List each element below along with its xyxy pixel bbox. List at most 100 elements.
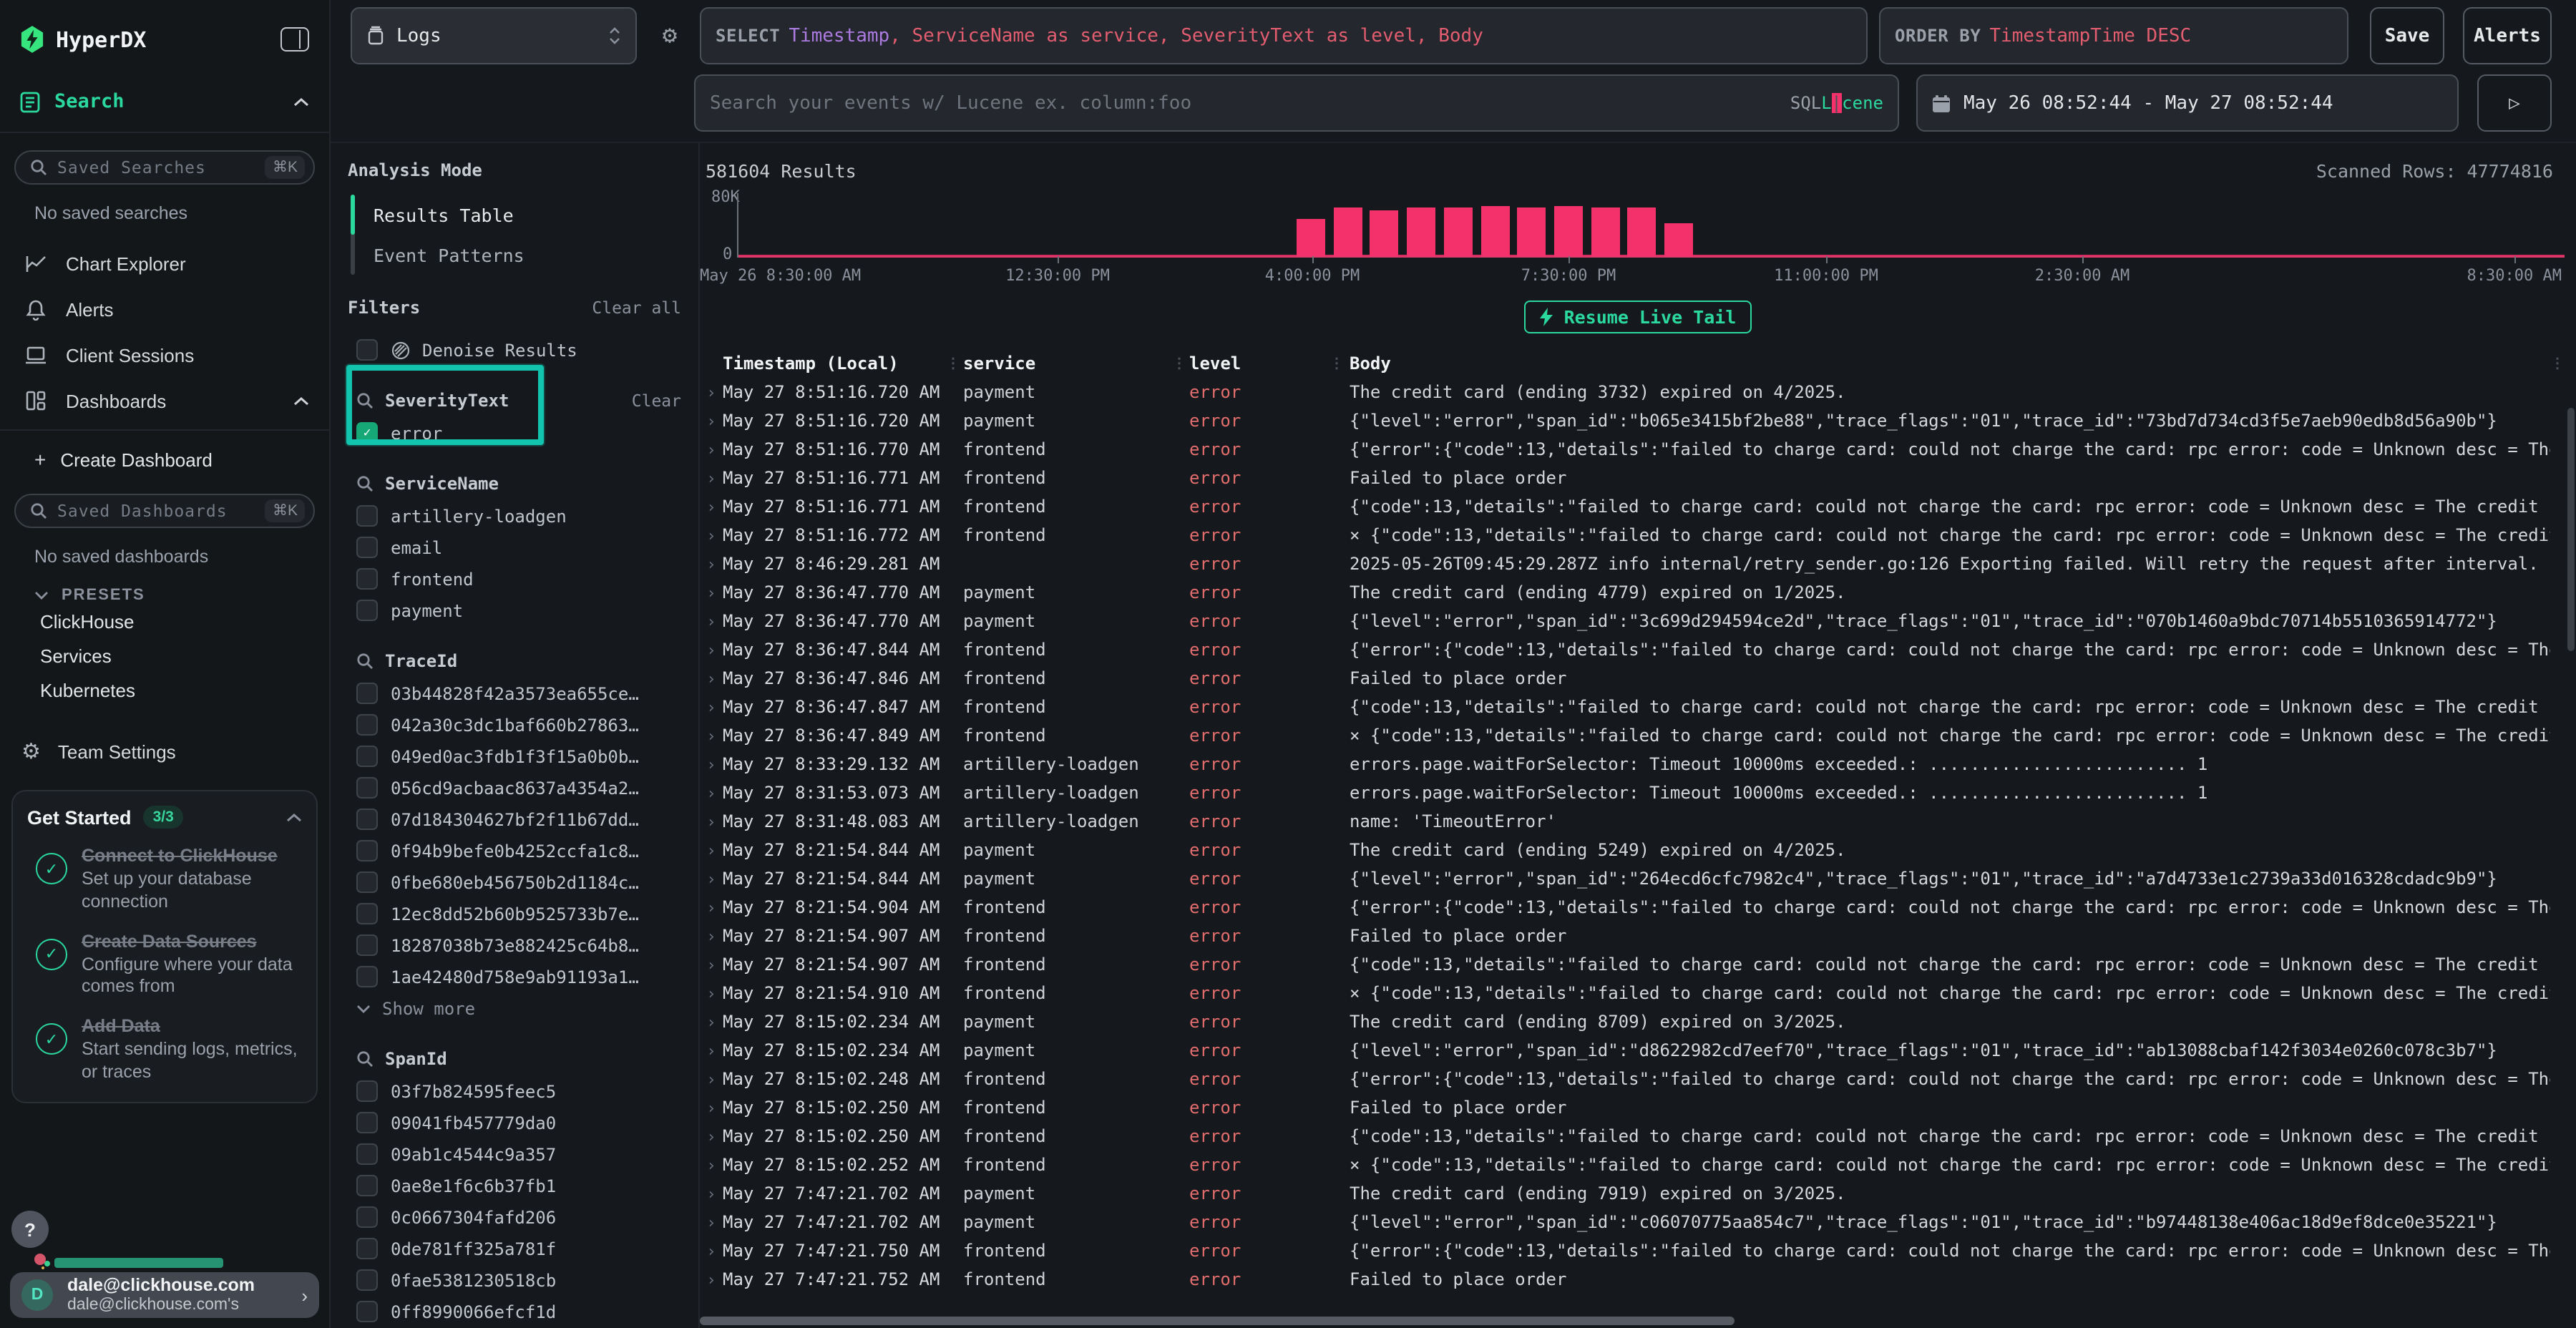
checkbox-unchecked[interactable] bbox=[356, 934, 378, 956]
tab-results-table[interactable]: Results Table bbox=[355, 195, 681, 235]
column-header-level[interactable]: level bbox=[1189, 353, 1330, 374]
lucene-mode-toggle[interactable]: Lucene bbox=[1821, 93, 1883, 113]
checkbox-unchecked[interactable] bbox=[356, 600, 378, 621]
row-expander-icon[interactable]: › bbox=[700, 555, 723, 573]
row-expander-icon[interactable]: › bbox=[700, 755, 723, 773]
row-expander-icon[interactable]: › bbox=[700, 583, 723, 602]
histogram-bar[interactable] bbox=[1370, 210, 1399, 256]
log-row[interactable]: › May 27 8:36:47.770 AM payment error Th… bbox=[700, 578, 2576, 607]
column-drag-handle[interactable]: ⋮ bbox=[1172, 356, 1189, 371]
sidebar-item-team-settings[interactable]: ⚙ Team Settings bbox=[21, 738, 309, 764]
show-more-traces[interactable]: Show more bbox=[348, 995, 681, 1023]
get-started-item[interactable]: ✓ Add DataStart sending logs, metrics, o… bbox=[27, 1015, 302, 1084]
histogram-bar[interactable] bbox=[1591, 208, 1619, 256]
checkbox-unchecked[interactable] bbox=[356, 1269, 378, 1291]
row-expander-icon[interactable]: › bbox=[700, 1041, 723, 1060]
row-expander-icon[interactable]: › bbox=[700, 841, 723, 859]
filter-option-trace[interactable]: 12ec8dd52b60b9525733b7e… bbox=[348, 899, 681, 929]
row-expander-icon[interactable]: › bbox=[700, 440, 723, 459]
checkbox-unchecked[interactable] bbox=[356, 1175, 378, 1196]
filter-option-trace[interactable]: 07d184304627bf2f11b67dd… bbox=[348, 804, 681, 834]
log-row[interactable]: › May 27 8:15:02.250 AM frontend error {… bbox=[700, 1122, 2576, 1151]
row-expander-icon[interactable]: › bbox=[700, 612, 723, 630]
row-expander-icon[interactable]: › bbox=[700, 698, 723, 716]
log-row[interactable]: › May 27 7:47:21.702 AM payment error {"… bbox=[700, 1208, 2576, 1236]
filter-option-service[interactable]: email bbox=[348, 532, 681, 562]
horizontal-scrollbar[interactable] bbox=[700, 1317, 1735, 1325]
row-expander-icon[interactable]: › bbox=[700, 1184, 723, 1203]
help-button[interactable]: ? bbox=[11, 1211, 49, 1248]
log-row[interactable]: › May 27 8:36:47.849 AM frontend error ×… bbox=[700, 721, 2576, 750]
log-row[interactable]: › May 27 8:21:54.910 AM frontend error ×… bbox=[700, 979, 2576, 1007]
denoise-results-option[interactable]: Denoise Results bbox=[348, 335, 681, 365]
row-expander-icon[interactable]: › bbox=[700, 640, 723, 659]
log-row[interactable]: › May 27 8:21:54.907 AM frontend error F… bbox=[700, 922, 2576, 950]
row-expander-icon[interactable]: › bbox=[700, 526, 723, 545]
log-row[interactable]: › May 27 7:47:21.750 AM frontend error {… bbox=[700, 1236, 2576, 1265]
vertical-scrollbar[interactable] bbox=[2567, 408, 2575, 651]
run-query-button[interactable]: ▷ bbox=[2477, 74, 2552, 132]
checkbox-unchecked[interactable] bbox=[356, 714, 378, 736]
checkbox-unchecked[interactable] bbox=[356, 1112, 378, 1133]
clear-link[interactable]: Clear bbox=[632, 391, 681, 411]
saved-dashboards-input[interactable]: Saved Dashboards ⌘K bbox=[14, 494, 315, 528]
filter-option-span[interactable]: 03f7b824595feec5 bbox=[348, 1076, 681, 1106]
checkbox-unchecked[interactable] bbox=[356, 809, 378, 830]
histogram-bar[interactable] bbox=[1444, 208, 1473, 256]
checkbox-unchecked[interactable] bbox=[356, 339, 378, 361]
row-expander-icon[interactable]: › bbox=[700, 984, 723, 1002]
log-row[interactable]: › May 27 8:36:47.846 AM frontend error F… bbox=[700, 664, 2576, 693]
sidebar-item-dashboards[interactable]: Dashboards bbox=[0, 378, 329, 424]
clear-all-link[interactable]: Clear all bbox=[592, 298, 681, 318]
histogram-bar[interactable] bbox=[1554, 206, 1583, 256]
filter-option-trace[interactable]: 18287038b73e882425c64b8… bbox=[348, 930, 681, 960]
histogram-bar[interactable] bbox=[1517, 208, 1546, 256]
log-row[interactable]: › May 27 8:21:54.844 AM payment error Th… bbox=[700, 836, 2576, 864]
row-expander-icon[interactable]: › bbox=[700, 955, 723, 974]
column-drag-handle[interactable]: ⋮ bbox=[1330, 356, 1350, 371]
checkbox-unchecked[interactable] bbox=[356, 966, 378, 987]
checkbox-unchecked[interactable] bbox=[356, 903, 378, 924]
save-button[interactable]: Save bbox=[2370, 7, 2444, 64]
log-row[interactable]: › May 27 8:51:16.770 AM frontend error {… bbox=[700, 435, 2576, 464]
histogram-bar[interactable] bbox=[1664, 223, 1693, 256]
log-row[interactable]: › May 27 8:36:47.844 AM frontend error {… bbox=[700, 635, 2576, 664]
histogram-bar[interactable] bbox=[1333, 208, 1362, 256]
checkbox-unchecked[interactable] bbox=[356, 1238, 378, 1259]
source-settings-gear-icon[interactable]: ⚙ bbox=[648, 7, 691, 64]
filter-option-span[interactable]: 09041fb457779da0 bbox=[348, 1108, 681, 1138]
row-expander-icon[interactable]: › bbox=[700, 1156, 723, 1174]
filter-option-trace[interactable]: 049ed0ac3fdb1f3f15a0b0b… bbox=[348, 741, 681, 771]
lucene-search-input[interactable]: Search your events w/ Lucene ex. column:… bbox=[694, 74, 1899, 132]
checkbox-checked[interactable]: ✓ bbox=[356, 422, 378, 444]
order-by-input[interactable]: ORDER BY TimestampTime DESC bbox=[1879, 7, 2348, 64]
filter-option-span[interactable]: 0c0667304fafd206 bbox=[348, 1202, 681, 1232]
row-expander-icon[interactable]: › bbox=[700, 497, 723, 516]
log-row[interactable]: › May 27 8:15:02.248 AM frontend error {… bbox=[700, 1065, 2576, 1093]
preset-link-services[interactable]: Services bbox=[0, 638, 329, 673]
log-row[interactable]: › May 27 8:31:53.073 AM artillery-loadge… bbox=[700, 778, 2576, 807]
search-icon[interactable] bbox=[356, 1050, 374, 1068]
checkbox-unchecked[interactable] bbox=[356, 683, 378, 704]
checkbox-unchecked[interactable] bbox=[356, 840, 378, 861]
row-expander-icon[interactable]: › bbox=[700, 898, 723, 917]
preset-link-clickhouse[interactable]: ClickHouse bbox=[0, 604, 329, 638]
filter-option-trace[interactable]: 0f94b9befe0b4252ccfa1c8… bbox=[348, 836, 681, 866]
histogram-bar[interactable] bbox=[1407, 208, 1435, 256]
log-row[interactable]: › May 27 8:21:54.907 AM frontend error {… bbox=[700, 950, 2576, 979]
log-row[interactable]: › May 27 8:33:29.132 AM artillery-loadge… bbox=[700, 750, 2576, 778]
row-expander-icon[interactable]: › bbox=[700, 1270, 723, 1289]
log-row[interactable]: › May 27 8:21:54.904 AM frontend error {… bbox=[700, 893, 2576, 922]
checkbox-unchecked[interactable] bbox=[356, 872, 378, 893]
create-dashboard-button[interactable]: + Create Dashboard bbox=[0, 436, 329, 482]
log-row[interactable]: › May 27 8:15:02.234 AM payment error Th… bbox=[700, 1007, 2576, 1036]
source-select[interactable]: Logs bbox=[351, 7, 637, 64]
checkbox-unchecked[interactable] bbox=[356, 1301, 378, 1322]
column-header-timestamp[interactable]: Timestamp (Local) bbox=[723, 353, 946, 374]
log-row[interactable]: › May 27 8:51:16.720 AM payment error Th… bbox=[700, 378, 2576, 406]
filter-option-trace[interactable]: 056cd9acbaac8637a4354a2… bbox=[348, 773, 681, 803]
sidebar-item-search[interactable]: Search bbox=[20, 90, 309, 113]
checkbox-unchecked[interactable] bbox=[356, 568, 378, 590]
chevron-up-icon[interactable] bbox=[286, 812, 302, 822]
log-row[interactable]: › May 27 8:21:54.844 AM payment error {"… bbox=[700, 864, 2576, 893]
